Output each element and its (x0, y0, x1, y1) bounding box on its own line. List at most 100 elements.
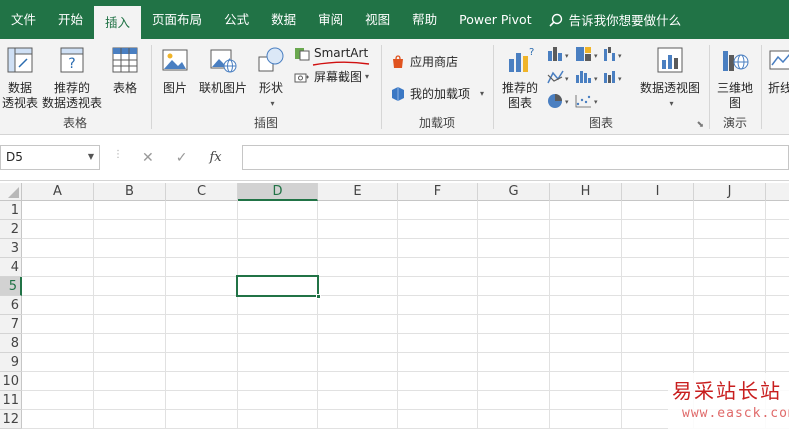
pivot-table-button[interactable]: 数据 透视表 (2, 45, 38, 111)
row-header[interactable]: 4 (0, 258, 22, 277)
screenshot-label: 屏幕截图 (314, 70, 363, 84)
online-pictures-button[interactable]: 联机图片 (196, 45, 250, 96)
chevron-down-icon: ▾ (270, 99, 275, 108)
column-header[interactable]: C (166, 183, 238, 201)
smartart-button[interactable]: SmartArt (294, 45, 368, 61)
office-store-button[interactable]: 应用商店 (390, 53, 458, 70)
watermark-url: www.easck.com (682, 406, 789, 421)
group-charts-label: 图表 (588, 116, 613, 130)
table-label: 表格 (112, 81, 137, 95)
group-addins: 应用商店 我的加载项 ▾ 加载项 (382, 39, 492, 135)
column-header[interactable]: E (318, 183, 398, 201)
gridline (477, 201, 478, 429)
row-header-selected[interactable]: 5 (0, 277, 22, 296)
tab-page-layout[interactable]: 页面布局 (141, 0, 213, 39)
svg-text:▾: ▾ (618, 75, 622, 83)
dialog-launcher-icon[interactable]: ⬊ (696, 120, 704, 130)
smartart-icon (295, 48, 310, 61)
row-header[interactable]: 7 (0, 315, 22, 334)
recommended-pivot-button[interactable]: ? 推荐的 数据透视表 (40, 45, 104, 111)
formula-input[interactable] (242, 145, 789, 170)
fill-handle[interactable] (316, 294, 321, 299)
column-header[interactable]: A (22, 183, 94, 201)
svg-text:?: ? (529, 47, 534, 58)
select-all-corner[interactable] (0, 183, 22, 201)
picture-icon (162, 49, 188, 71)
watermark-logo: 易采站长站 www.easck.com (668, 373, 789, 429)
formula-bar: D5 ▼ ⋮ ✕ ✓ fx (0, 135, 789, 181)
gridline (22, 257, 789, 258)
row-header[interactable]: 3 (0, 239, 22, 258)
tab-insert[interactable]: 插入 (94, 6, 142, 39)
select-all-icon (8, 187, 19, 198)
row-header[interactable]: 6 (0, 296, 22, 315)
tab-review[interactable]: 审阅 (307, 0, 354, 39)
shapes-icon (258, 47, 284, 72)
tab-home[interactable]: 开始 (47, 0, 94, 39)
sparkline-line-button[interactable]: 折线 (768, 45, 789, 96)
chevron-down-icon: ▾ (480, 89, 485, 98)
line-chart-icon (547, 70, 564, 84)
row-header[interactable]: 12 (0, 410, 22, 429)
table-icon (112, 47, 138, 73)
chevron-down-icon: ▾ (365, 72, 370, 81)
chart-type-buttons[interactable]: ▾ ▾ ▾ ▾ ▾ ▾ ▾ ▾ (546, 45, 626, 111)
column-header[interactable]: F (398, 183, 478, 201)
group-tables-label: 表格 (62, 116, 87, 130)
column-header[interactable]: I (622, 183, 694, 201)
tab-power-pivot[interactable]: Power Pivot (448, 0, 542, 39)
active-cell-d5[interactable] (236, 275, 321, 299)
watermark-text: 易采站长站 (672, 379, 782, 403)
column-header[interactable]: J (694, 183, 766, 201)
row-header[interactable]: 1 (0, 201, 22, 220)
smartart-highlight-underline (312, 61, 370, 66)
gridline (165, 201, 166, 429)
3d-map-button[interactable]: 三维地 图 (714, 45, 756, 111)
row-header[interactable]: 9 (0, 353, 22, 372)
row-header[interactable]: 10 (0, 372, 22, 391)
row-header[interactable]: 2 (0, 220, 22, 239)
column-chart-icon (548, 47, 562, 61)
sparkline-line-icon (769, 50, 789, 70)
recommended-charts-button[interactable]: ? 推荐的 图表 (498, 45, 542, 111)
table-button[interactable]: 表格 (108, 45, 142, 96)
column-header-selected[interactable]: D (238, 183, 318, 201)
cancel-icon[interactable]: ✕ (142, 150, 154, 166)
column-header[interactable]: H (550, 183, 622, 201)
column-header[interactable]: B (94, 183, 166, 201)
name-box[interactable]: D5 ▼ (0, 145, 100, 170)
tell-me-search[interactable]: 告诉我你想要做什么 (549, 10, 681, 29)
gridline (22, 219, 789, 220)
tab-file[interactable]: 文件 (0, 0, 47, 39)
group-tours: 三维地 图 演示 (710, 39, 760, 135)
insert-function-icon[interactable]: fx (209, 150, 221, 165)
shapes-button[interactable]: 形状 ▾ (254, 45, 288, 111)
group-illustrations-label: 插图 (253, 116, 278, 130)
tab-view[interactable]: 视图 (354, 0, 401, 39)
gridline (397, 201, 398, 429)
pictures-button[interactable]: 图片 (158, 45, 192, 96)
tab-formulas[interactable]: 公式 (213, 0, 260, 39)
enter-icon[interactable]: ✓ (176, 150, 188, 166)
chevron-down-icon[interactable]: ▼ (88, 152, 94, 161)
office-store-label: 应用商店 (410, 55, 459, 69)
recommended-pivot-icon: ? (60, 47, 84, 73)
search-icon (549, 13, 562, 27)
row-header[interactable]: 11 (0, 391, 22, 410)
tab-help[interactable]: 帮助 (401, 0, 448, 39)
gridline (22, 295, 789, 296)
tab-data[interactable]: 数据 (260, 0, 307, 39)
statistic-chart-icon (576, 71, 591, 83)
column-header[interactable]: G (478, 183, 550, 201)
row-header[interactable]: 8 (0, 334, 22, 353)
waterfall-chart-icon (604, 47, 615, 61)
pivot-chart-button[interactable]: 数据透视图 ▾ (638, 45, 702, 111)
sparkline-line-label: 折线 (768, 81, 789, 95)
row-header-bar: 1 2 3 4 5 6 7 8 9 10 11 12 (0, 201, 22, 429)
svg-text:▾: ▾ (565, 75, 569, 83)
drag-handle-icon[interactable]: ⋮ (113, 149, 123, 160)
group-tours-label: 演示 (722, 116, 747, 130)
gridline (621, 201, 622, 429)
my-addins-button[interactable]: 我的加载项 ▾ (390, 85, 484, 102)
screenshot-button[interactable]: 屏幕截图 ▾ (294, 68, 369, 85)
